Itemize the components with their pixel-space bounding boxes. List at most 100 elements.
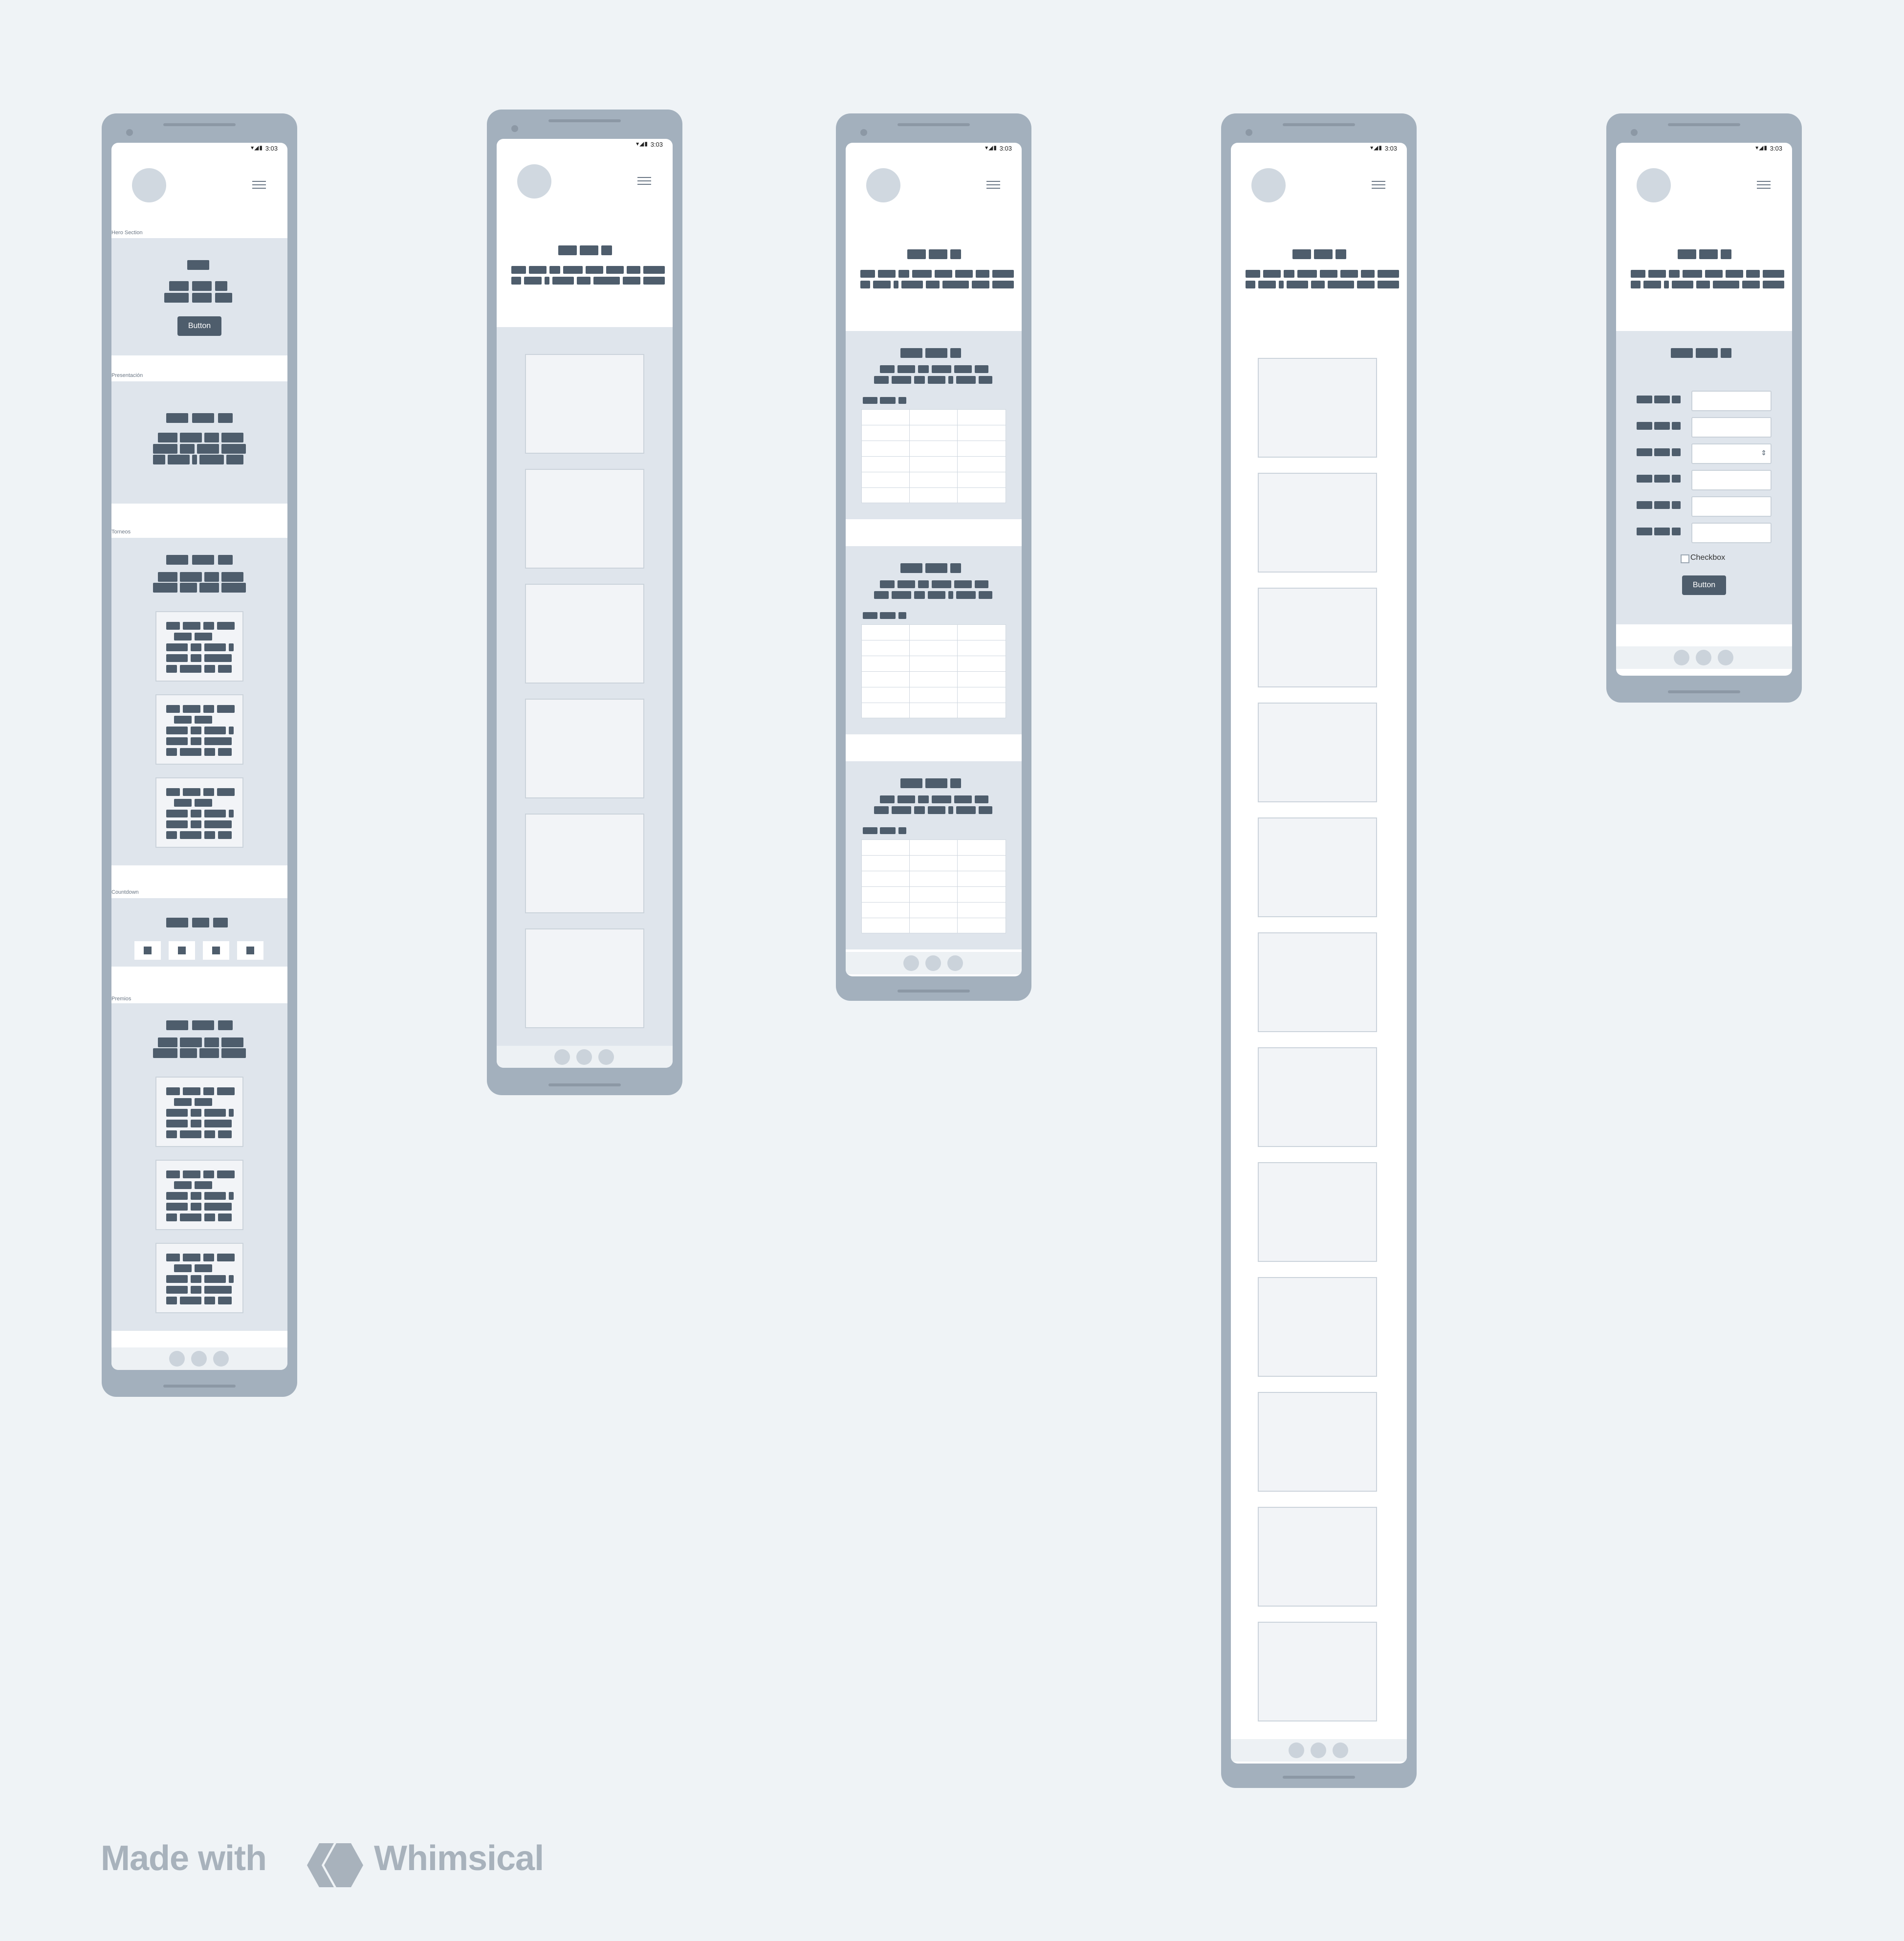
nav-dot-icon[interactable] <box>598 1049 614 1065</box>
gallery-tile[interactable] <box>1258 1047 1377 1147</box>
whimsical-brand-text[interactable]: Whimsical <box>374 1838 544 1878</box>
nav-dot-icon[interactable] <box>947 955 963 971</box>
section-label-premios: Premios <box>111 996 131 1002</box>
nav-dot-icon[interactable] <box>213 1351 229 1367</box>
camera <box>1246 129 1252 136</box>
status-time: 3:03 <box>1770 145 1782 152</box>
data-table <box>861 839 1006 933</box>
nav-dot-icon[interactable] <box>1333 1742 1348 1758</box>
gallery-tile[interactable] <box>1258 932 1377 1032</box>
signal-icons: ▾◢▮ <box>636 140 648 147</box>
home-indicator <box>548 1083 621 1086</box>
phone-form: ▾◢▮ 3:03 ⇕ Checkbox Button <box>1606 113 1802 703</box>
form-submit-button[interactable]: Button <box>1682 575 1726 595</box>
torneo-card[interactable] <box>155 611 243 682</box>
premio-card[interactable] <box>155 1160 243 1230</box>
logo-avatar[interactable] <box>132 168 166 202</box>
table-section <box>846 761 1022 949</box>
home-indicator <box>1283 1776 1355 1779</box>
title-placeholder <box>1678 249 1696 259</box>
form-input[interactable] <box>1691 391 1772 411</box>
countdown-box <box>134 941 161 960</box>
title-placeholder <box>907 249 926 259</box>
gallery-tile[interactable] <box>525 469 644 569</box>
countdown-box <box>203 941 229 960</box>
bottom-nav-bar <box>111 1347 287 1370</box>
speaker <box>897 123 970 126</box>
gallery-tile[interactable] <box>1258 473 1377 573</box>
gallery-tile[interactable] <box>525 699 644 798</box>
section-label-torneos: Torneos <box>111 529 131 535</box>
logo-avatar[interactable] <box>517 164 551 199</box>
gallery-tile[interactable] <box>525 928 644 1028</box>
gallery-tile[interactable] <box>1258 1507 1377 1607</box>
status-bar: ▾◢▮ 3:03 <box>1231 143 1407 154</box>
gallery-tile[interactable] <box>1258 703 1377 802</box>
gallery-tile[interactable] <box>1258 588 1377 687</box>
section-label-presentacion: Presentación <box>111 373 143 378</box>
status-bar: ▾◢▮ 3:03 <box>111 143 287 154</box>
form-input[interactable] <box>1691 496 1772 517</box>
nav-dot-icon[interactable] <box>576 1049 592 1065</box>
screen: ▾◢▮ 3:03 <box>846 143 1022 976</box>
logo-avatar[interactable] <box>1637 168 1671 202</box>
nav-dot-icon[interactable] <box>1289 1742 1304 1758</box>
status-time: 3:03 <box>265 145 278 152</box>
countdown-box <box>169 941 195 960</box>
home-indicator <box>1668 690 1740 693</box>
phone-long-gallery: ▾◢▮ 3:03 <box>1221 113 1417 1788</box>
hero-button[interactable]: Button <box>177 316 221 336</box>
hamburger-menu-icon[interactable] <box>637 177 651 187</box>
gallery-tile[interactable] <box>1258 1277 1377 1377</box>
gallery-tile[interactable] <box>1258 358 1377 458</box>
premio-card[interactable] <box>155 1243 243 1313</box>
nav-dot-icon[interactable] <box>1718 650 1733 665</box>
gallery-section <box>497 327 673 1046</box>
hamburger-menu-icon[interactable] <box>1757 181 1771 191</box>
gallery-tile[interactable] <box>1258 1392 1377 1492</box>
status-time: 3:03 <box>1384 145 1397 152</box>
gallery-tile[interactable] <box>525 354 644 454</box>
status-bar: ▾◢▮ 3:03 <box>1616 143 1792 154</box>
gallery-tile[interactable] <box>1258 1622 1377 1721</box>
nav-dot-icon[interactable] <box>925 955 941 971</box>
form-input[interactable] <box>1691 417 1772 438</box>
nav-dot-icon[interactable] <box>554 1049 570 1065</box>
screen: ▾◢▮ 3:03 <box>1231 143 1407 1764</box>
gallery-tile[interactable] <box>1258 817 1377 917</box>
logo-avatar[interactable] <box>1251 168 1286 202</box>
nav-dot-icon[interactable] <box>1311 1742 1326 1758</box>
hamburger-menu-icon[interactable] <box>252 181 266 191</box>
gallery-tile[interactable] <box>525 814 644 913</box>
gallery-tile[interactable] <box>525 584 644 684</box>
nav-dot-icon[interactable] <box>191 1351 207 1367</box>
torneo-card[interactable] <box>155 777 243 848</box>
data-table <box>861 624 1006 718</box>
speaker <box>1668 123 1740 126</box>
speaker <box>548 119 621 122</box>
nav-dot-icon[interactable] <box>1696 650 1711 665</box>
nav-dot-icon[interactable] <box>1674 650 1689 665</box>
whimsical-logo-icon[interactable] <box>297 1838 371 1892</box>
form-input[interactable] <box>1691 470 1772 490</box>
nav-dot-icon[interactable] <box>903 955 919 971</box>
nav-dot-icon[interactable] <box>169 1351 185 1367</box>
premio-card[interactable] <box>155 1077 243 1147</box>
form-checkbox[interactable] <box>1681 554 1689 563</box>
form-input[interactable] <box>1691 523 1772 543</box>
data-table <box>861 409 1006 503</box>
signal-icons: ▾◢▮ <box>251 144 263 151</box>
bottom-nav-bar <box>846 952 1022 974</box>
home-indicator <box>897 990 970 993</box>
countdown-section <box>111 898 287 967</box>
logo-avatar[interactable] <box>866 168 900 202</box>
gallery-tile[interactable] <box>1258 1162 1377 1262</box>
signal-icons: ▾◢▮ <box>985 144 997 151</box>
hamburger-menu-icon[interactable] <box>986 181 1000 191</box>
bottom-nav-bar <box>1616 646 1792 669</box>
made-with-text: Made with <box>101 1839 267 1878</box>
hamburger-menu-icon[interactable] <box>1372 181 1385 191</box>
screen: ▾◢▮ 3:03 <box>497 139 673 1068</box>
form-select[interactable]: ⇕ <box>1691 443 1772 464</box>
torneo-card[interactable] <box>155 694 243 765</box>
